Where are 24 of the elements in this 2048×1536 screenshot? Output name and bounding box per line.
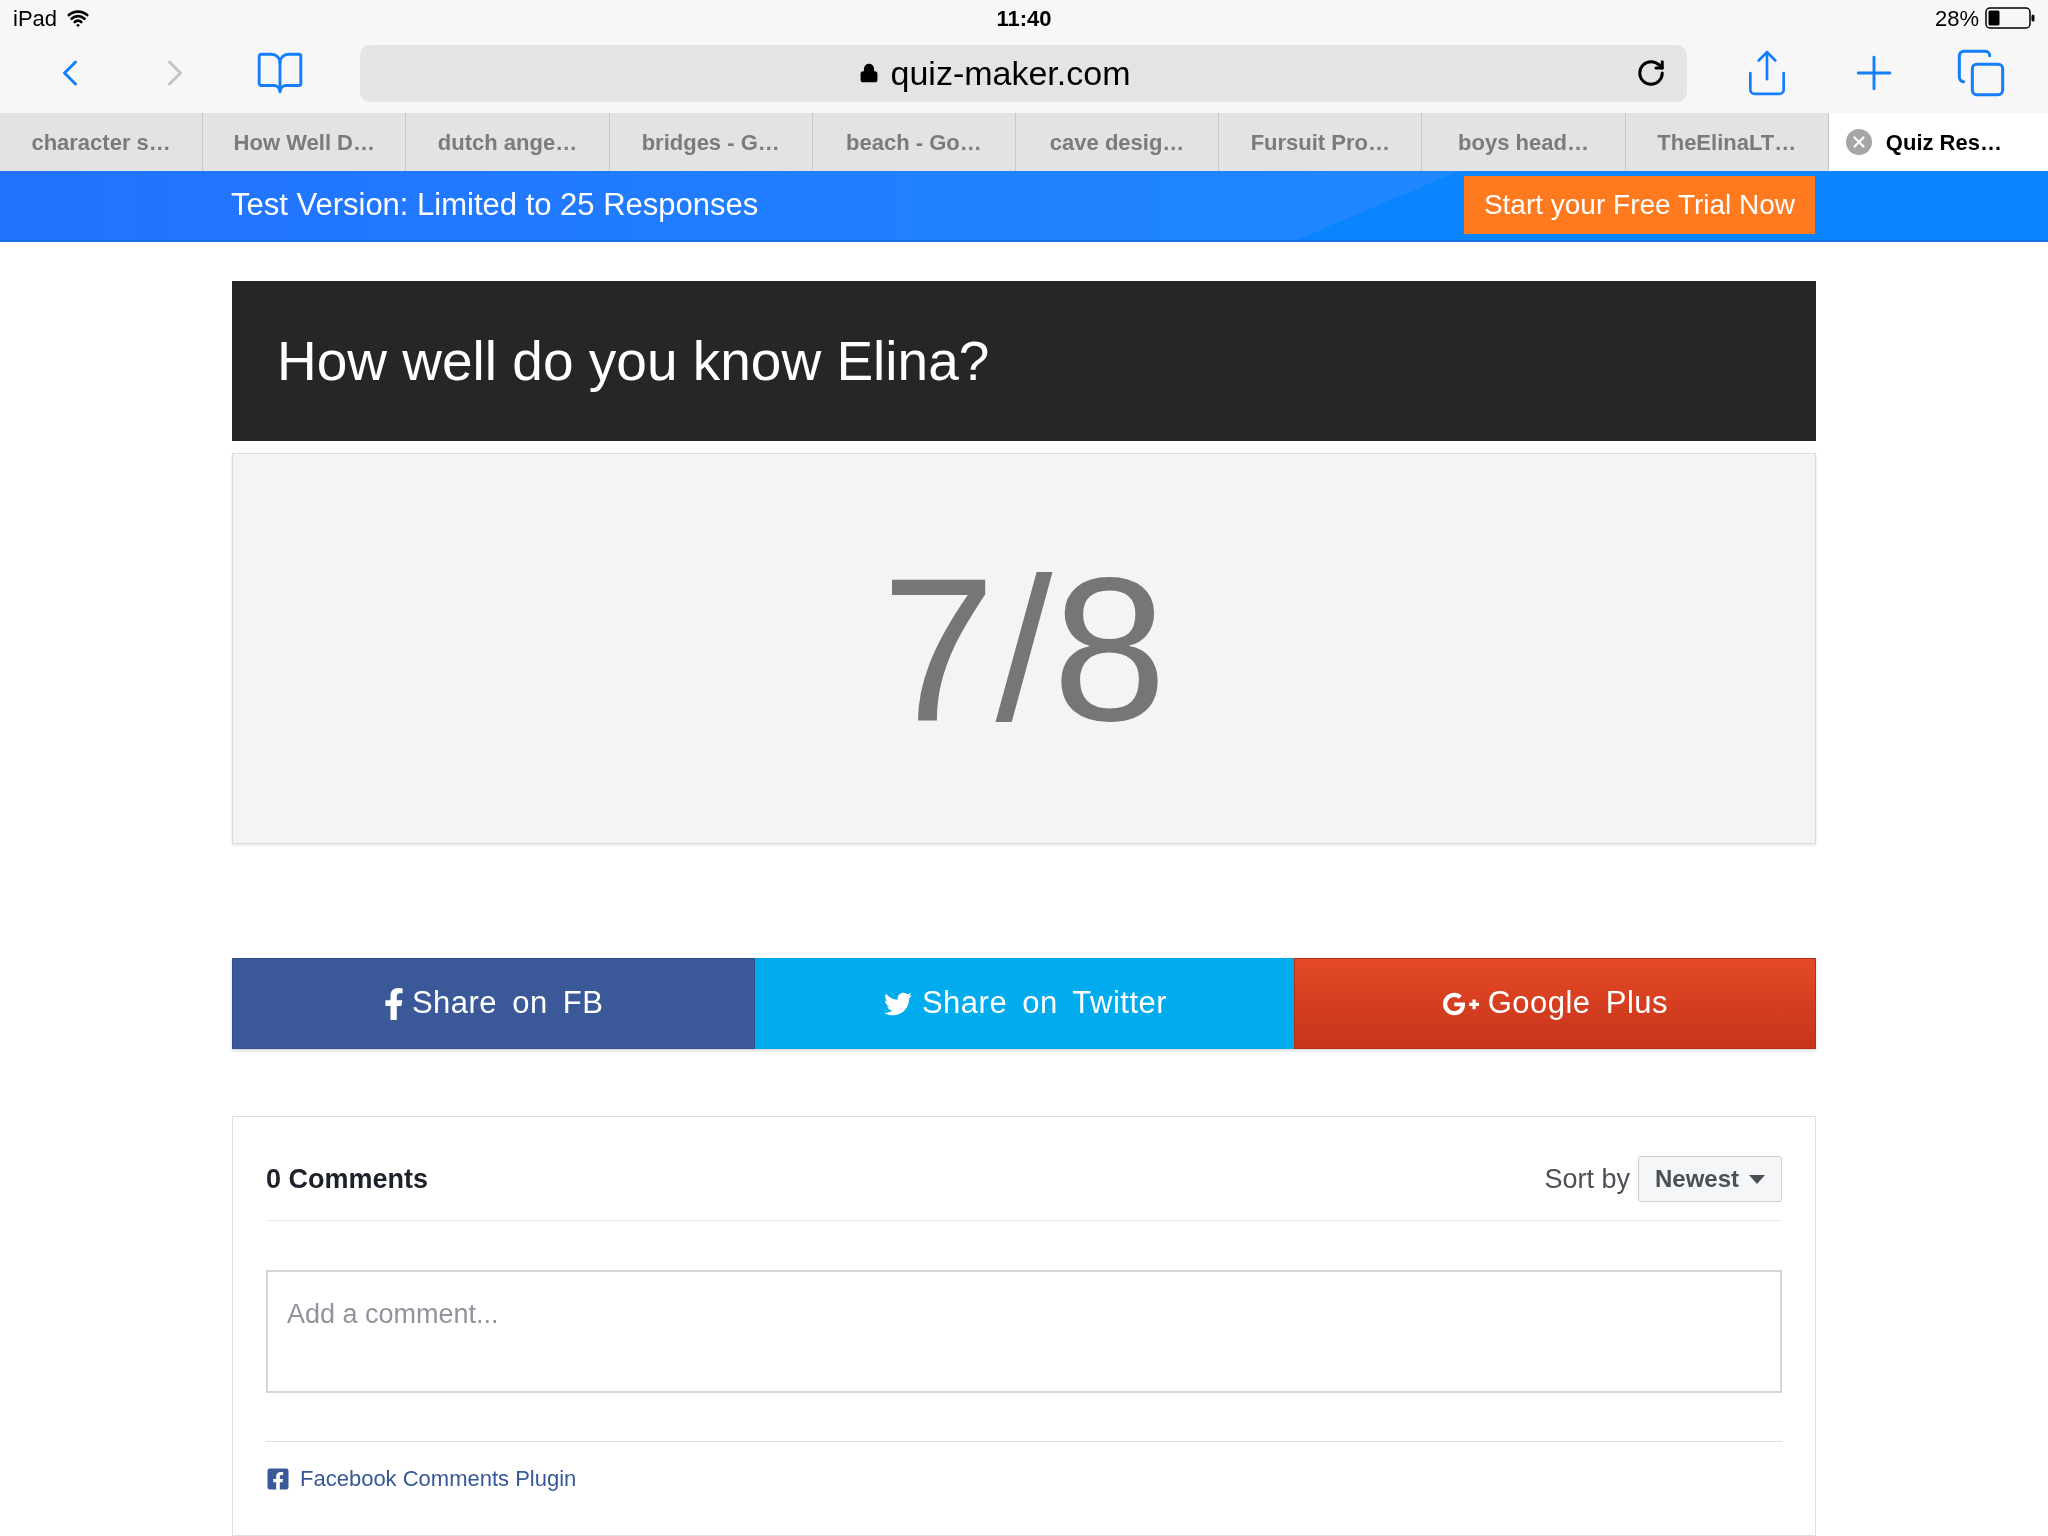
address-bar[interactable]: quiz-maker.com (360, 44, 1687, 102)
facebook-share-button[interactable]: Share on FB (232, 958, 756, 1049)
twitter-share-button[interactable]: Share on Twitter (755, 958, 1294, 1049)
score-text: 7/8 (881, 546, 1167, 751)
comment-field[interactable]: Add a comment... (266, 1270, 1782, 1393)
google-plus-share-button[interactable]: Google Plus (1293, 958, 1816, 1049)
lock-icon (858, 62, 879, 85)
device-name: iPad (13, 4, 58, 33)
comment-count: 0 Comments (266, 1162, 429, 1196)
banner-text: Test Version: Limited to 25 Responses (231, 186, 759, 225)
plugin-link[interactable]: Facebook Comments Plugin (300, 1462, 577, 1495)
battery-icon (1985, 7, 2035, 30)
quiz-title: How well do you know Elina? (232, 281, 1816, 441)
facebook-f-icon (383, 986, 404, 1021)
reload-icon (1636, 58, 1666, 89)
status-time: 11:40 (996, 4, 1052, 33)
sort-label: Sort by (1544, 1162, 1630, 1196)
battery-percentage: 28% (1934, 4, 1979, 33)
trial-button[interactable]: Start your Free Trial Now (1464, 176, 1815, 235)
url-text: quiz-maker.com (890, 52, 1131, 94)
sort-dropdown[interactable]: Newest (1637, 1156, 1782, 1202)
caret-down-icon (1749, 1174, 1765, 1184)
close-icon (1845, 129, 1872, 155)
browser-tab[interactable]: Quiz Res… (1827, 113, 2048, 171)
